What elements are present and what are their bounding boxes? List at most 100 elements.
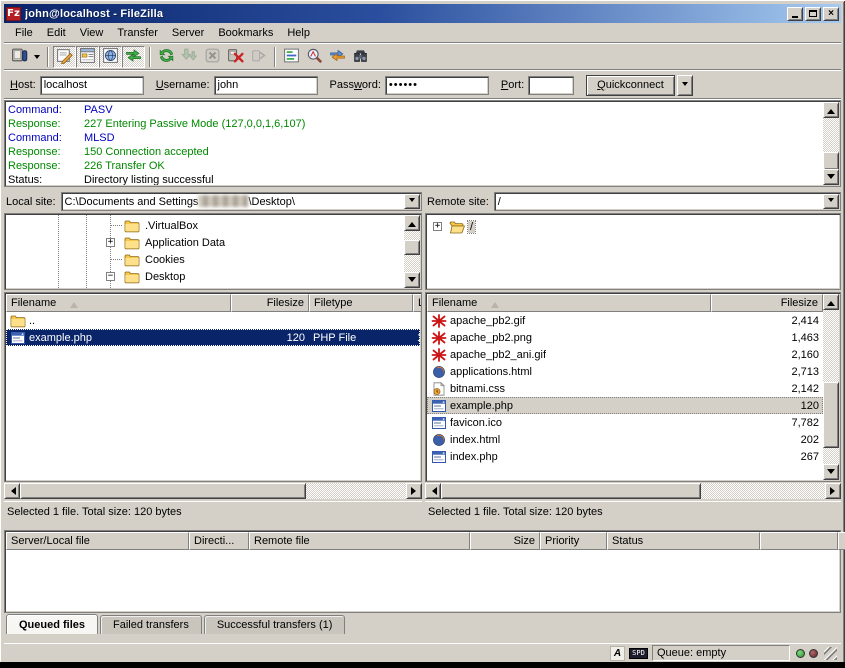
collapse-icon[interactable]: − bbox=[106, 272, 115, 281]
minimize-button[interactable] bbox=[787, 7, 803, 21]
scrollbar-thumb[interactable] bbox=[823, 382, 839, 448]
expand-icon[interactable]: + bbox=[106, 238, 115, 247]
file-row-example.php[interactable]: example.php120 bbox=[427, 397, 823, 414]
toggle-remote-tree-button[interactable] bbox=[99, 46, 122, 68]
scroll-down-button[interactable] bbox=[823, 169, 839, 185]
reconnect-button[interactable] bbox=[247, 46, 270, 68]
file-row-index.html[interactable]: index.html202 bbox=[427, 431, 823, 448]
file-row-apache-pb2.gif[interactable]: apache_pb2.gif2,414 bbox=[427, 312, 823, 329]
menu-help[interactable]: Help bbox=[280, 25, 317, 41]
local-tree-scrollbar[interactable] bbox=[404, 215, 420, 288]
local-site-dropdown-button[interactable] bbox=[404, 194, 420, 209]
scroll-right-button[interactable] bbox=[406, 483, 422, 499]
local-directory-tree: .VirtualBox+Application DataCookies−Desk… bbox=[4, 213, 422, 290]
file-row-bitnami.css[interactable]: bitnami.css2,142 bbox=[427, 380, 823, 397]
column-header-server-local-file[interactable]: Server/Local file bbox=[6, 532, 189, 550]
scrollbar-thumb[interactable] bbox=[441, 483, 701, 499]
scrollbar-thumb[interactable] bbox=[823, 152, 839, 170]
arrow-down-icon bbox=[827, 469, 835, 478]
scroll-up-button[interactable] bbox=[823, 294, 839, 310]
scroll-up-button[interactable] bbox=[823, 102, 839, 118]
column-header-directi-[interactable]: Directi... bbox=[189, 532, 249, 550]
file-row-apache-pb2-ani.gif[interactable]: apache_pb2_ani.gif2,160 bbox=[427, 346, 823, 363]
remote-site-dropdown-button[interactable] bbox=[823, 194, 839, 209]
file-row-applications.html[interactable]: applications.html2,713 bbox=[427, 363, 823, 380]
tree-item-desktop[interactable]: −Desktop bbox=[6, 268, 420, 285]
quickconnect-button[interactable]: Quickconnect bbox=[586, 75, 675, 96]
menu-view[interactable]: View bbox=[73, 25, 111, 41]
column-header-spacer[interactable] bbox=[760, 532, 838, 550]
resize-grip[interactable] bbox=[824, 647, 837, 660]
expand-icon[interactable]: + bbox=[433, 222, 442, 231]
close-button[interactable]: × bbox=[823, 7, 839, 21]
scrollbar-thumb[interactable] bbox=[20, 483, 306, 499]
find-files-button[interactable] bbox=[349, 46, 372, 68]
column-header-size[interactable]: Size bbox=[470, 532, 540, 550]
tree-item-cookies[interactable]: Cookies bbox=[6, 251, 420, 268]
tree-item-application-data[interactable]: +Application Data bbox=[6, 234, 420, 251]
column-header-filename[interactable]: Filename bbox=[427, 294, 711, 312]
quickconnect-dropdown-button[interactable] bbox=[677, 75, 693, 96]
column-header-l[interactable]: L bbox=[413, 294, 422, 312]
remote-site-combobox[interactable]: / bbox=[494, 192, 841, 211]
scroll-left-button[interactable] bbox=[4, 483, 20, 499]
chevron-down-icon bbox=[409, 198, 415, 205]
menu-bookmarks[interactable]: Bookmarks bbox=[211, 25, 280, 41]
title-bar[interactable]: Fz john@localhost - FileZilla × bbox=[4, 4, 841, 23]
password-input[interactable]: •••••• bbox=[385, 76, 489, 95]
column-header-filesize[interactable]: Filesize bbox=[711, 294, 823, 312]
file-row-index.php[interactable]: index.php267 bbox=[427, 448, 823, 465]
column-header-filesize[interactable]: Filesize bbox=[231, 294, 309, 312]
site-manager-dropdown-button[interactable] bbox=[31, 46, 43, 68]
file-row-..[interactable]: .. bbox=[6, 312, 420, 329]
menu-transfer[interactable]: Transfer bbox=[110, 25, 165, 41]
file-row-example.php[interactable]: example.php120PHP File1 bbox=[6, 329, 420, 346]
scroll-up-button[interactable] bbox=[404, 215, 420, 231]
file-row-favicon.ico[interactable]: favicon.ico7,782 bbox=[427, 414, 823, 431]
directory-comparison-button[interactable] bbox=[303, 46, 326, 68]
toggle-local-tree-button[interactable] bbox=[76, 46, 99, 68]
file-row-apache-pb2.png[interactable]: apache_pb2.png1,463 bbox=[427, 329, 823, 346]
cell-name: example.php bbox=[427, 397, 711, 414]
maximize-button[interactable] bbox=[805, 7, 821, 21]
message-log-scrollbar[interactable] bbox=[823, 102, 839, 185]
remote-horizontal-scrollbar[interactable] bbox=[425, 483, 841, 499]
cancel-operation-button[interactable] bbox=[201, 46, 224, 68]
directory-filters-button[interactable] bbox=[280, 46, 303, 68]
local-horizontal-scrollbar[interactable] bbox=[4, 483, 422, 499]
menu-file[interactable]: File bbox=[8, 25, 40, 41]
scrollbar-thumb[interactable] bbox=[404, 240, 420, 255]
menu-server[interactable]: Server bbox=[165, 25, 211, 41]
tab-failed-transfers[interactable]: Failed transfers bbox=[100, 615, 202, 634]
synchronized-browsing-icon bbox=[329, 47, 346, 67]
tree-item--virtualbox[interactable]: .VirtualBox bbox=[6, 217, 420, 234]
scroll-down-button[interactable] bbox=[823, 464, 839, 480]
column-header-filename[interactable]: Filename bbox=[6, 294, 231, 312]
username-input[interactable]: john bbox=[214, 76, 318, 95]
scroll-right-button[interactable] bbox=[825, 483, 841, 499]
username-label: Username: bbox=[156, 79, 210, 91]
column-header-filetype[interactable]: Filetype bbox=[309, 294, 413, 312]
scroll-down-button[interactable] bbox=[404, 272, 420, 288]
port-input[interactable] bbox=[528, 76, 574, 95]
synchronized-browsing-button[interactable] bbox=[326, 46, 349, 68]
disconnect-button[interactable] bbox=[224, 46, 247, 68]
column-header-remote-file[interactable]: Remote file bbox=[249, 532, 470, 550]
toggle-transfer-queue-button[interactable] bbox=[122, 46, 145, 68]
site-manager-button[interactable] bbox=[8, 46, 31, 68]
column-header-label: Size bbox=[514, 535, 535, 547]
process-queue-button[interactable] bbox=[178, 46, 201, 68]
tab-successful-transfers-1-[interactable]: Successful transfers (1) bbox=[204, 615, 346, 634]
menu-edit[interactable]: Edit bbox=[40, 25, 73, 41]
column-header-status[interactable]: Status bbox=[607, 532, 760, 550]
host-input[interactable]: localhost bbox=[40, 76, 144, 95]
toggle-message-log-button[interactable] bbox=[53, 46, 76, 68]
refresh-button[interactable] bbox=[155, 46, 178, 68]
local-site-combobox[interactable]: C:\Documents and Settings\Desktop\ bbox=[61, 192, 422, 211]
apache-file-icon bbox=[431, 314, 447, 328]
tab-queued-files[interactable]: Queued files bbox=[6, 614, 98, 634]
column-header-priority[interactable]: Priority bbox=[540, 532, 607, 550]
scroll-left-button[interactable] bbox=[425, 483, 441, 499]
remote-list-scrollbar[interactable] bbox=[823, 294, 839, 480]
tree-item-root[interactable]: +/ bbox=[427, 218, 839, 235]
